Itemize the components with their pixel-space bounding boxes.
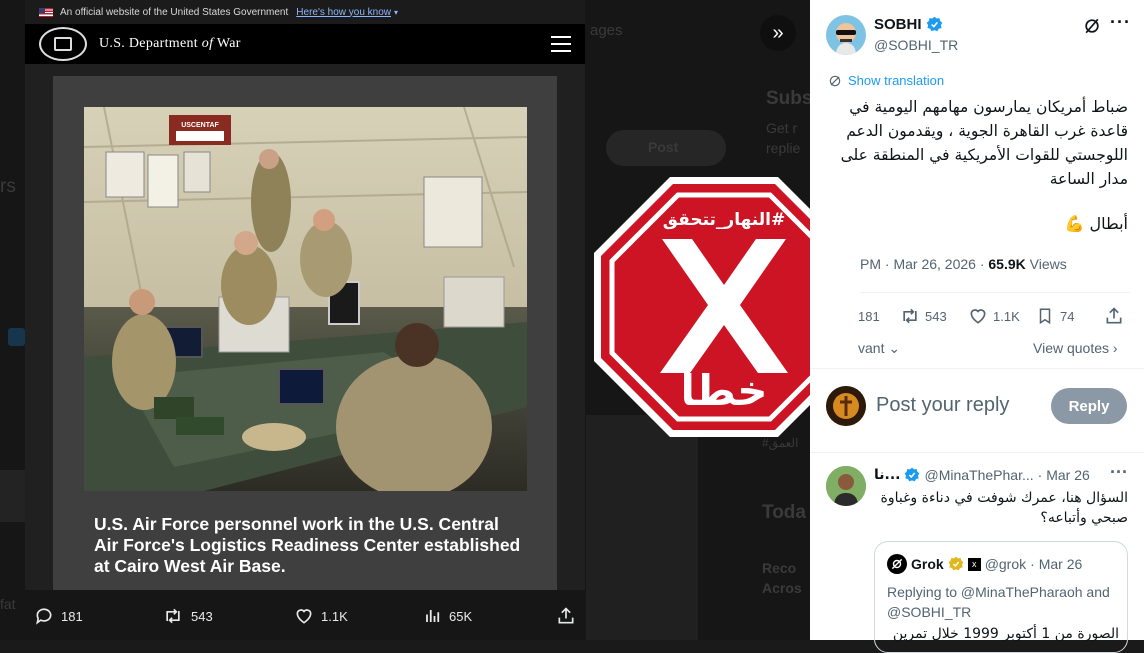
grok-handle: @grok <box>984 556 1027 572</box>
repost-icon <box>166 608 180 624</box>
media-action-bar: 181 543 1.1K 65K <box>30 600 590 632</box>
bg-fragment: Reco <box>762 560 797 576</box>
translate-icon <box>829 75 841 86</box>
us-flag-icon <box>39 7 53 17</box>
heart-icon <box>970 309 986 324</box>
post-text-2: أبطال 💪 <box>1064 214 1128 233</box>
reply-author-avatar[interactable] <box>826 466 866 506</box>
bookmark-icon <box>1039 308 1051 325</box>
article-card: USCENTAF U.S. Air Force personnel work i… <box>53 76 557 590</box>
post-text: ضباط أمريكان يمارسون مهامهم اليومية في ق… <box>840 98 1128 188</box>
hamburger-menu-icon[interactable] <box>551 36 571 52</box>
grok-replying-to: Replying to @MinaThePharaoh and @SOBHI_T… <box>887 584 1110 620</box>
share-icon <box>558 607 574 624</box>
media-reply-button[interactable]: 181 <box>34 606 83 626</box>
post-time: PM · Mar 26, 2026 · <box>860 256 985 272</box>
media-like-count: 1.1K <box>321 608 348 624</box>
post-like-button[interactable]: 1.1K <box>968 306 1020 326</box>
views-bar-chart-icon <box>426 610 440 622</box>
media-repost-button[interactable]: 543 <box>162 606 213 626</box>
reply-input[interactable]: Post your reply <box>876 394 1009 417</box>
reply-icon <box>36 608 52 625</box>
repost-icon <box>903 308 917 324</box>
grok-avatar-icon <box>887 554 907 574</box>
reply-text: السؤال هنا، عمرك شوفت في دناءة وغباوة صب… <box>880 490 1129 526</box>
author-name[interactable]: SOBHI <box>874 16 943 33</box>
post-action-bar: 181 543 1.1K 74 <box>858 306 1138 330</box>
post-share-button[interactable] <box>1104 306 1124 329</box>
reply-author-line: نا... @MinaThePhar... · Mar 26 <box>874 467 1090 483</box>
bg-fragment: replie <box>766 140 801 156</box>
chevron-down-icon: ▾ <box>394 7 399 17</box>
bg-fragment: ages <box>590 22 623 39</box>
gov-banner-link[interactable]: Here's how you know <box>296 7 391 18</box>
bg-fragment: Get r <box>766 120 798 136</box>
bg-fragment: Subs <box>766 88 810 109</box>
media-like-button[interactable]: 1.1K <box>294 606 348 626</box>
reply-button[interactable]: Reply <box>1051 388 1127 424</box>
post-meta: PM · Mar 26, 2026 · 65.9K Views <box>860 256 1067 272</box>
xai-affiliate-icon: x <box>967 557 981 571</box>
media-views-count: 65K <box>449 608 473 624</box>
media-reply-count: 181 <box>61 608 83 624</box>
grok-name: Grok <box>911 556 944 572</box>
bg-fragment: rs <box>0 176 16 197</box>
view-quotes-link[interactable]: View quotes › <box>1033 340 1118 356</box>
author-handle[interactable]: @SOBHI_TR <box>874 37 958 53</box>
bg-fragment: Acros <box>762 580 802 596</box>
post-bookmark-button[interactable]: 74 <box>1036 306 1074 326</box>
verified-badge-icon <box>905 467 920 482</box>
collapse-panel-button[interactable]: » <box>760 15 796 51</box>
verified-badge-icon <box>926 16 942 32</box>
reply-sort-dropdown[interactable]: vant ⌄ <box>858 340 900 357</box>
post-reply-count[interactable]: 181 <box>858 309 880 324</box>
quoted-post-card[interactable]: Grok x @grok · Mar 26 Replying to @MinaT… <box>874 541 1128 653</box>
media-repost-count: 543 <box>191 608 213 624</box>
bg-fragment: Toda <box>762 502 806 523</box>
photo-caption: U.S. Air Force personnel work in the U.S… <box>94 514 521 576</box>
heart-icon <box>296 609 312 624</box>
photo: USCENTAF <box>84 107 527 491</box>
stamp-verdict: خطأ <box>681 363 768 415</box>
gov-banner: An official website of the United States… <box>25 0 585 24</box>
grok-icon[interactable] <box>1082 16 1102 36</box>
stamp-hashtag: #النهار_تتحقق <box>663 210 785 230</box>
post-repost-button[interactable]: 543 <box>900 306 947 326</box>
dept-name: U.S. Department of War <box>99 36 241 51</box>
reply-more-options-icon[interactable]: ··· <box>1110 462 1128 483</box>
grok-date: · Mar 26 <box>1030 556 1083 572</box>
media-views-button[interactable]: 65K <box>424 606 472 626</box>
pentagon-seal-icon <box>39 27 87 61</box>
post-views-label: Views <box>1029 256 1067 272</box>
reply-author-handle[interactable]: @MinaThePhar... <box>924 467 1033 483</box>
post-panel: SOBHI @SOBHI_TR ··· Show translation ضبا… <box>810 0 1144 653</box>
author-avatar[interactable] <box>826 15 866 55</box>
share-icon <box>1106 307 1122 324</box>
reply-date[interactable]: · Mar 26 <box>1038 467 1090 483</box>
chevron-right-icon: › <box>1109 340 1118 356</box>
media-image[interactable]: An official website of the United States… <box>25 0 585 590</box>
double-chevron-right-icon: » <box>772 21 784 44</box>
media-share-button[interactable] <box>556 606 576 626</box>
bg-fragment: Post <box>648 139 679 155</box>
gold-verified-badge-icon <box>948 556 964 571</box>
dept-header: U.S. Department of War <box>25 24 585 64</box>
photo-sign-text: USCENTAF <box>181 122 219 129</box>
chevron-down-icon: ⌄ <box>884 340 901 356</box>
gov-banner-text: An official website of the United States… <box>60 6 289 18</box>
post-views-count: 65.9K <box>988 256 1026 272</box>
more-options-icon[interactable]: ··· <box>1110 12 1131 33</box>
reply-author-name[interactable]: نا... <box>874 467 900 483</box>
bg-fragment: fat <box>0 596 16 612</box>
my-avatar[interactable] <box>826 386 866 426</box>
show-translation-link[interactable]: Show translation <box>828 73 944 88</box>
